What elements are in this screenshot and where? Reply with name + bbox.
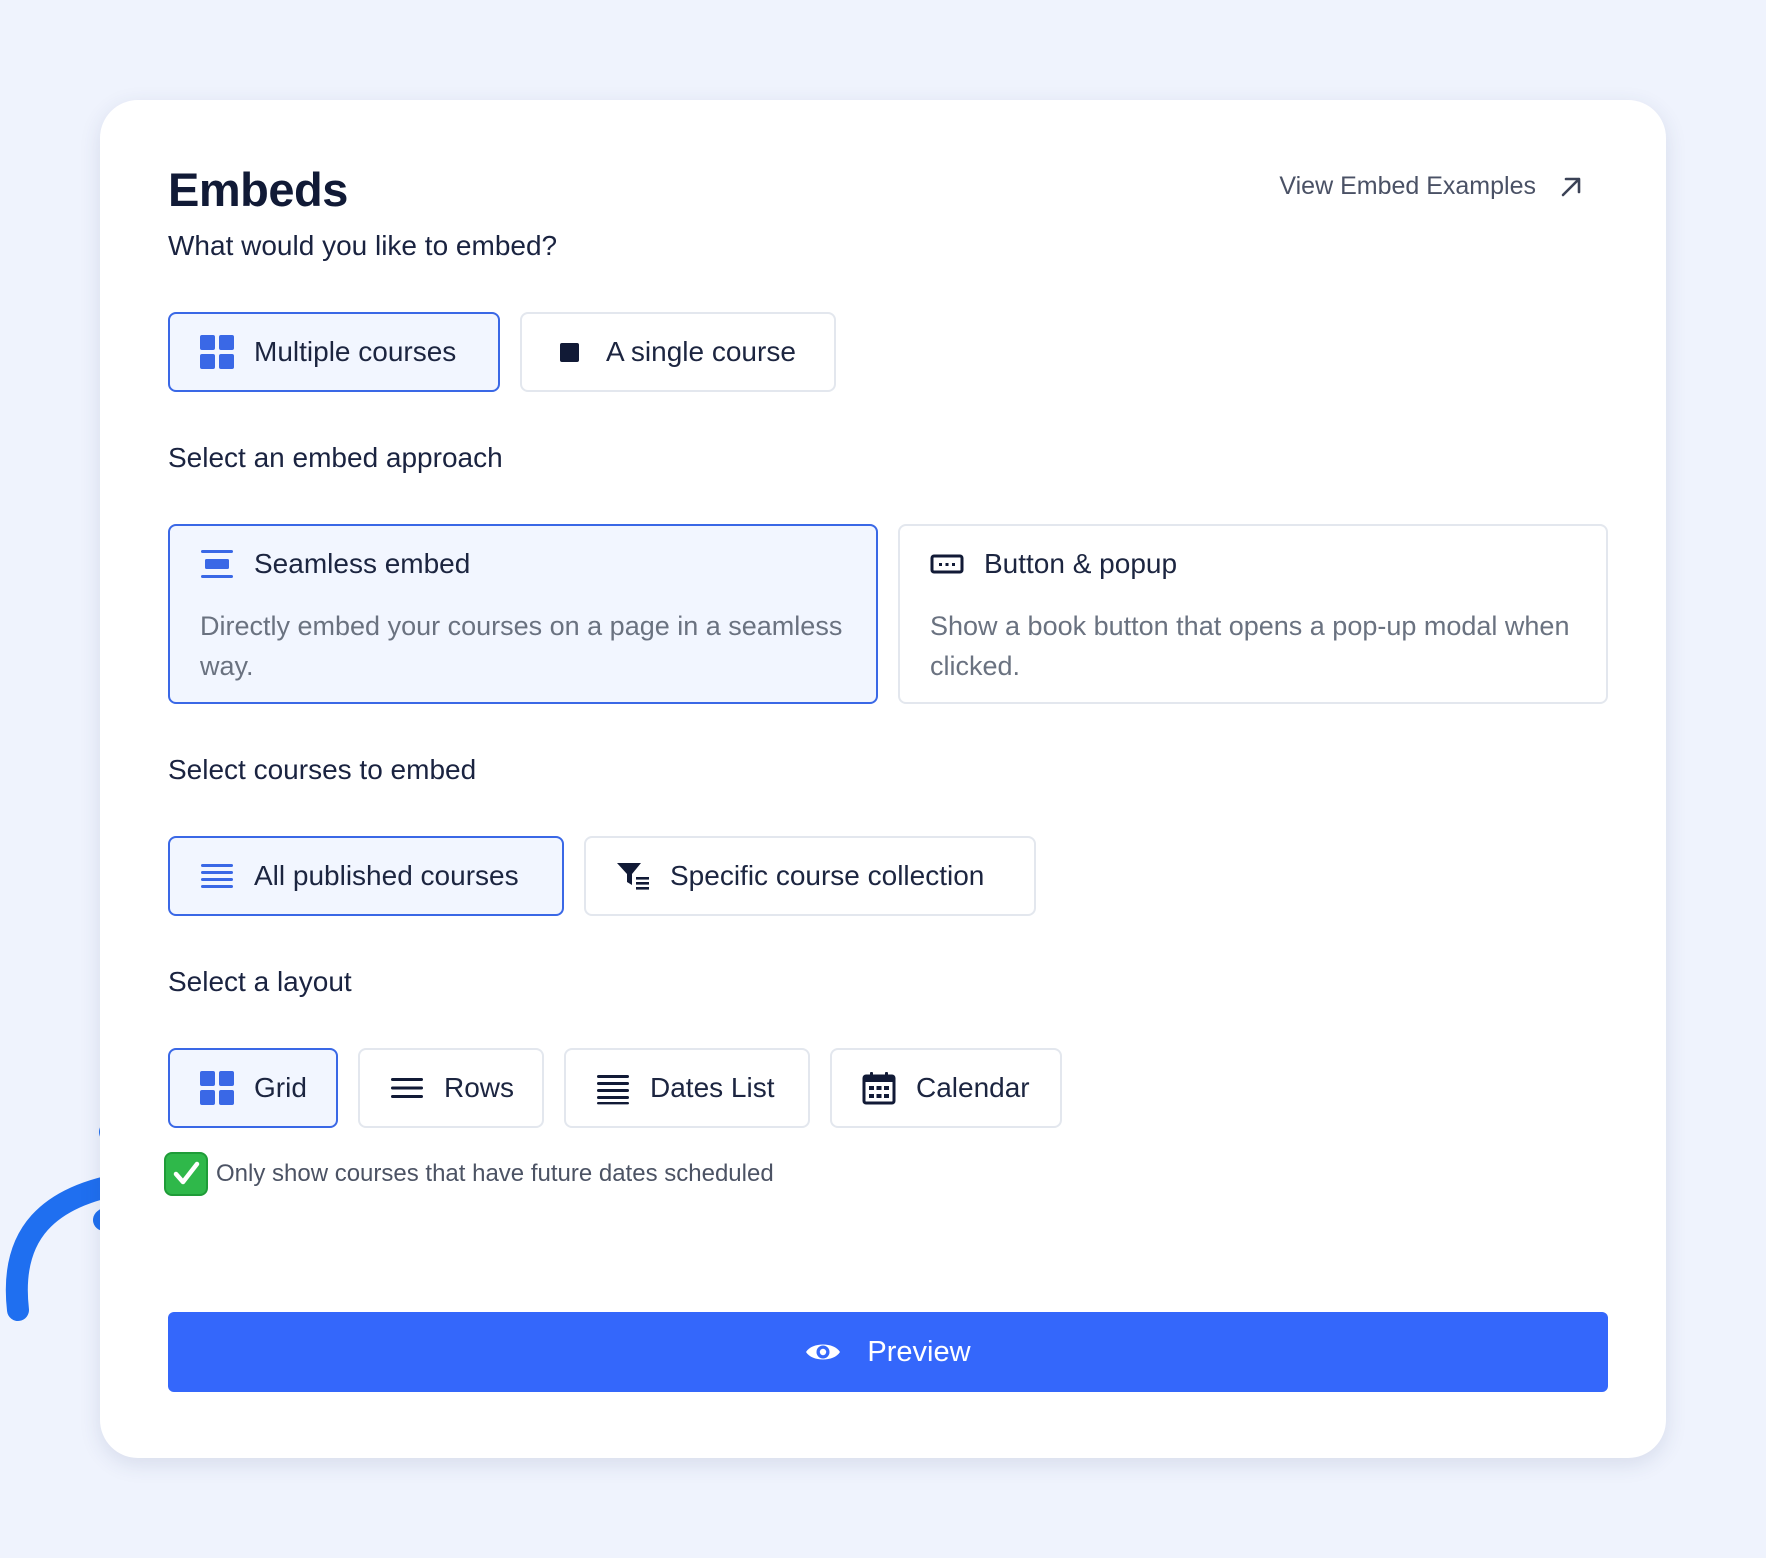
future-dates-label: Only show courses that have future dates… bbox=[216, 1160, 774, 1187]
eye-icon bbox=[806, 1344, 841, 1360]
checkmark-icon bbox=[173, 1161, 200, 1185]
preview-button[interactable]: Preview bbox=[168, 1312, 1608, 1392]
approach-label: Select an embed approach bbox=[168, 442, 503, 473]
option-single-course[interactable]: A single course bbox=[520, 312, 836, 392]
examples-link-label: View Embed Examples bbox=[1279, 172, 1536, 200]
approach-title: Button & popup bbox=[984, 548, 1178, 579]
embeds-card: Embeds View Embed Examples What would yo… bbox=[100, 100, 1666, 1458]
square-icon bbox=[552, 335, 586, 369]
button-popup-icon bbox=[930, 547, 964, 581]
option-all-published-courses[interactable]: All published courses bbox=[168, 836, 564, 916]
option-label: Specific course collection bbox=[670, 860, 985, 891]
calendar-icon bbox=[862, 1071, 896, 1105]
layout-label: Select a layout bbox=[168, 966, 352, 997]
future-dates-checkbox[interactable] bbox=[164, 1152, 208, 1196]
preview-label: Preview bbox=[867, 1335, 971, 1368]
option-button-popup[interactable]: Button & popup Show a book button that o… bbox=[898, 524, 1608, 704]
grid-icon bbox=[200, 335, 234, 369]
layout-grid[interactable]: Grid bbox=[168, 1048, 338, 1128]
layout-dates-list[interactable]: Dates List bbox=[564, 1048, 810, 1128]
option-label: Calendar bbox=[916, 1072, 1030, 1103]
filter-list-icon bbox=[616, 859, 650, 893]
view-embed-examples-link[interactable]: View Embed Examples bbox=[1279, 172, 1584, 201]
option-label: Dates List bbox=[650, 1072, 775, 1103]
layout-rows[interactable]: Rows bbox=[358, 1048, 544, 1128]
seamless-embed-icon bbox=[200, 547, 234, 581]
grid-icon bbox=[200, 1071, 234, 1105]
approach-description: Show a book button that opens a pop-up m… bbox=[930, 611, 1570, 681]
embed-type-label: What would you like to embed? bbox=[168, 230, 558, 261]
option-label: All published courses bbox=[254, 860, 519, 891]
option-specific-course-collection[interactable]: Specific course collection bbox=[584, 836, 1036, 916]
page-title: Embeds bbox=[168, 163, 348, 216]
external-arrow-icon bbox=[1561, 177, 1581, 196]
future-dates-checkbox-row[interactable]: Only show courses that have future dates… bbox=[164, 1152, 774, 1196]
courses-label: Select courses to embed bbox=[168, 754, 477, 785]
layout-calendar[interactable]: Calendar bbox=[830, 1048, 1062, 1128]
option-label: Grid bbox=[254, 1072, 307, 1103]
option-seamless-embed[interactable]: Seamless embed Directly embed your cours… bbox=[168, 524, 878, 704]
option-label: A single course bbox=[606, 336, 796, 367]
option-multiple-courses[interactable]: Multiple courses bbox=[168, 312, 500, 392]
rows-icon bbox=[390, 1071, 424, 1105]
list-icon bbox=[200, 859, 234, 893]
approach-description: Directly embed your courses on a page in… bbox=[200, 611, 843, 681]
option-label: Rows bbox=[444, 1072, 515, 1103]
approach-title: Seamless embed bbox=[254, 548, 471, 579]
option-label: Multiple courses bbox=[254, 336, 457, 367]
dates-list-icon bbox=[596, 1071, 630, 1105]
